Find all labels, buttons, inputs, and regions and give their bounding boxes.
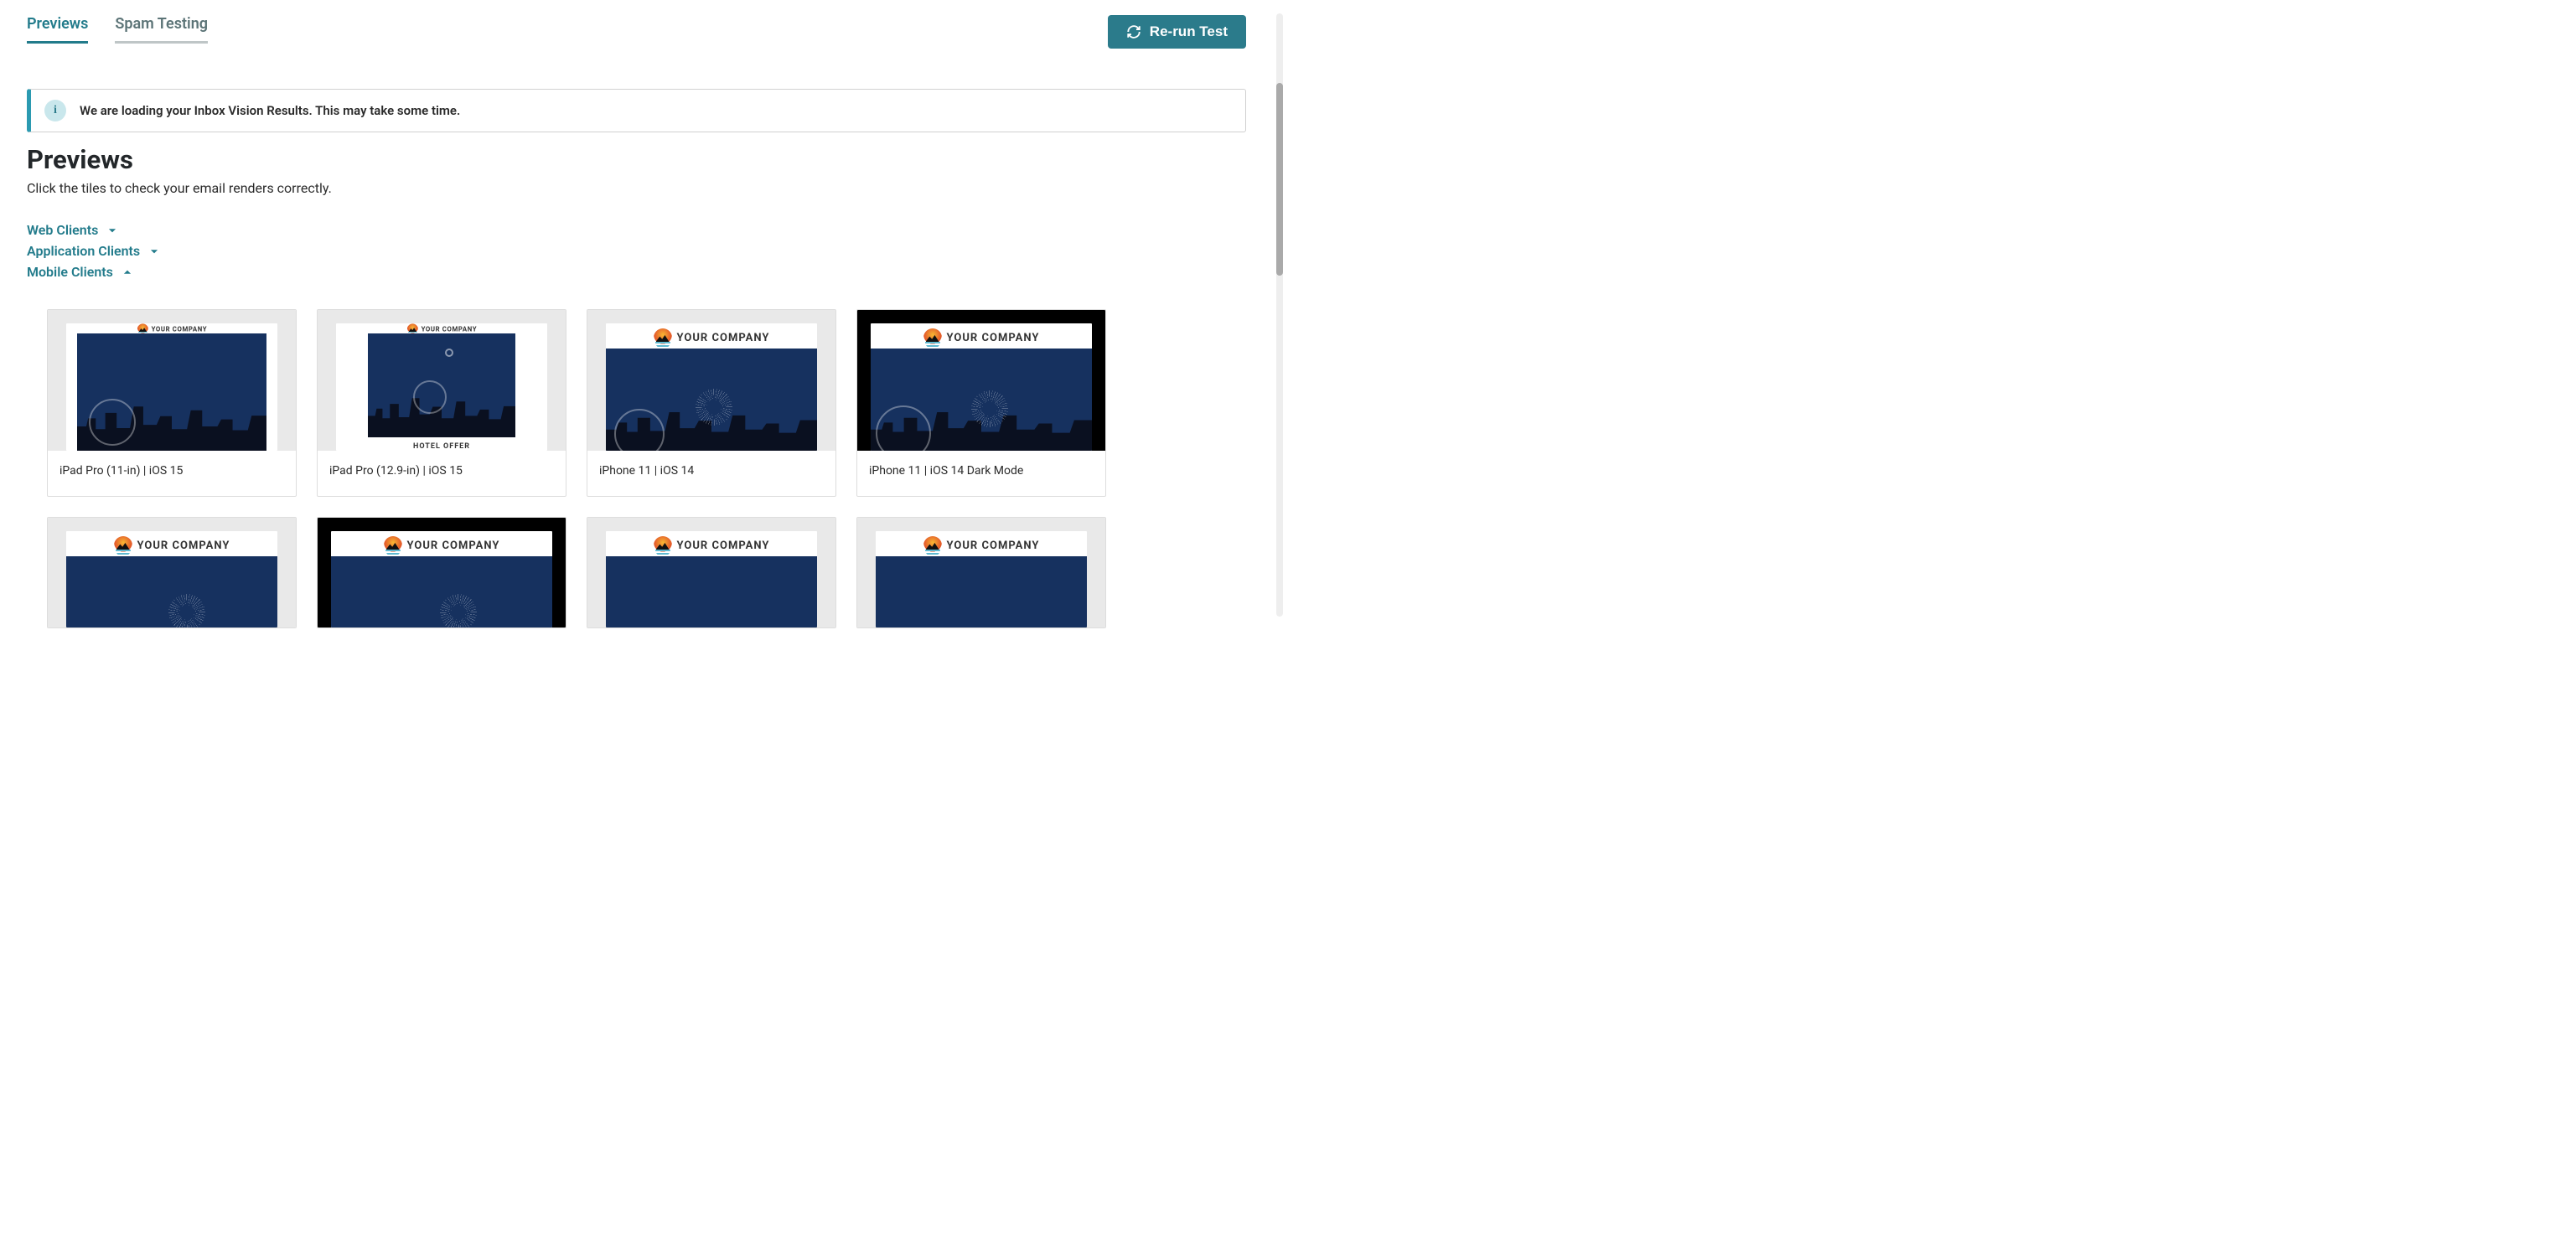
chevron-down-icon: [148, 245, 160, 257]
company-logo-icon: [654, 328, 672, 347]
company-logo-icon: [384, 536, 402, 555]
company-logo-text: YOUR COMPANY: [677, 332, 770, 344]
preview-tile-label: iPad Pro (12.9-in) | iOS 15: [318, 451, 566, 496]
preview-tile-label: iPad Pro (11-in) | iOS 15: [48, 451, 296, 496]
preview-tile[interactable]: YOUR COMPANY: [47, 517, 297, 628]
chevron-up-icon: [122, 266, 133, 278]
company-logo-text: YOUR COMPANY: [677, 540, 770, 552]
scrollbar-thumb[interactable]: [1276, 83, 1283, 276]
preview-thumbnail: YOUR COMPANY: [318, 518, 566, 627]
rerun-test-button[interactable]: Re-run Test: [1108, 15, 1246, 49]
group-mobile-clients[interactable]: Mobile Clients: [27, 261, 1246, 282]
preview-tile-iphone-11-ios14[interactable]: YOUR COMPANY iPhone 11 | iOS 14: [587, 309, 836, 497]
preview-tile-iphone-11-ios14-dark[interactable]: YOUR COMPANY iPhone 11 | iOS 14 Dark Mod…: [856, 309, 1106, 497]
loading-notice: i We are loading your Inbox Vision Resul…: [27, 89, 1246, 132]
loading-notice-text: We are loading your Inbox Vision Results…: [80, 103, 460, 118]
preview-thumbnail: YOUR COMPANY HOTEL OFFER: [318, 310, 566, 451]
company-logo-text: YOUR COMPANY: [407, 540, 500, 552]
hotel-offer-text: HOTEL OFFER: [413, 442, 470, 451]
preview-tile-ipad-pro-11[interactable]: YOUR COMPANY iPad Pro (11-in) | iOS 15: [47, 309, 297, 497]
page-title: Previews: [27, 144, 1246, 175]
preview-thumbnail: YOUR COMPANY: [48, 518, 296, 627]
company-logo-icon: [923, 328, 942, 347]
preview-tile[interactable]: YOUR COMPANY: [856, 517, 1106, 628]
group-web-clients[interactable]: Web Clients: [27, 219, 1246, 240]
company-logo-icon: [114, 536, 132, 555]
preview-tile-label: iPhone 11 | iOS 14: [587, 451, 835, 496]
preview-tile-ipad-pro-12-9[interactable]: YOUR COMPANY HOTEL OFFER iPad Pro (12.9-…: [317, 309, 566, 497]
company-logo-text: YOUR COMPANY: [421, 326, 477, 333]
company-logo-icon: [654, 536, 672, 555]
rerun-test-label: Re-run Test: [1150, 23, 1228, 40]
group-web-clients-label: Web Clients: [27, 222, 98, 238]
preview-thumbnail: YOUR COMPANY: [857, 310, 1105, 451]
preview-thumbnail: YOUR COMPANY: [587, 310, 835, 451]
info-icon: i: [44, 100, 66, 121]
company-logo-icon: [923, 536, 942, 555]
company-logo-text: YOUR COMPANY: [151, 326, 207, 333]
company-logo-text: YOUR COMPANY: [137, 540, 230, 552]
preview-tile[interactable]: YOUR COMPANY: [317, 517, 566, 628]
preview-thumbnail: YOUR COMPANY: [48, 310, 296, 451]
preview-tile[interactable]: YOUR COMPANY: [587, 517, 836, 628]
group-mobile-clients-label: Mobile Clients: [27, 264, 113, 280]
tab-previews[interactable]: Previews: [27, 15, 88, 44]
group-application-clients[interactable]: Application Clients: [27, 240, 1246, 261]
company-logo-text: YOUR COMPANY: [947, 332, 1040, 344]
scrollbar-track[interactable]: [1276, 13, 1283, 617]
preview-thumbnail: YOUR COMPANY: [857, 518, 1105, 627]
company-logo-text: YOUR COMPANY: [947, 540, 1040, 552]
chevron-down-icon: [106, 225, 118, 236]
refresh-icon: [1126, 24, 1141, 39]
page-subtitle: Click the tiles to check your email rend…: [27, 180, 1246, 196]
preview-tile-label: iPhone 11 | iOS 14 Dark Mode: [857, 451, 1105, 496]
preview-thumbnail: YOUR COMPANY: [587, 518, 835, 627]
group-application-clients-label: Application Clients: [27, 243, 140, 259]
tab-spam-testing[interactable]: Spam Testing: [115, 15, 208, 44]
